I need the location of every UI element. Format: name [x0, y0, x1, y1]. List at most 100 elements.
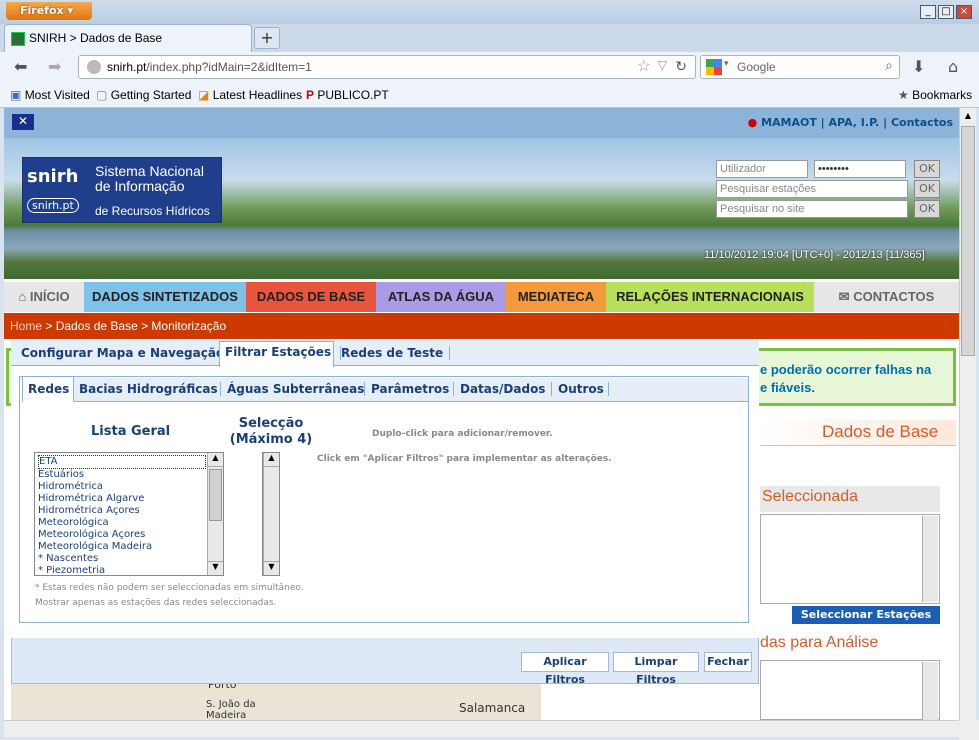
hint-apply: Click em "Aplicar Filtros" para implemen…: [317, 454, 612, 464]
password-field[interactable]: ••••••••: [814, 160, 906, 178]
back-icon[interactable]: ⬅: [14, 57, 27, 76]
search-stations-field[interactable]: Pesquisar estações: [716, 180, 908, 198]
search-stations-ok-button[interactable]: OK: [914, 180, 940, 198]
search-site-field[interactable]: Pesquisar no site: [716, 200, 908, 218]
analise-scrollbar[interactable]: [922, 662, 938, 720]
lista-geral-label: Lista Geral: [91, 424, 171, 439]
seleccionada-scrollbar[interactable]: [922, 516, 938, 602]
subtab-redes[interactable]: Redes: [28, 382, 69, 396]
browser-tab[interactable]: SNIRH > Dados de Base: [4, 24, 252, 52]
menu-mediateca[interactable]: MEDIATECA: [506, 282, 606, 312]
scroll-thumb[interactable]: [209, 469, 222, 521]
search-site-ok-button[interactable]: OK: [914, 200, 940, 218]
menu-inicio[interactable]: ⌂ INÍCIO: [4, 282, 84, 312]
bookmark-latest-headlines[interactable]: ◪ Latest Headlines: [198, 88, 302, 102]
tab-redes-de-teste[interactable]: Redes de Teste: [340, 346, 451, 360]
maximize-button[interactable]: □: [938, 5, 954, 19]
page-scroll-thumb[interactable]: [961, 126, 975, 356]
breadcrumb: Home > Dados de Base > Monitorização: [4, 313, 959, 339]
seleccao-label: Selecção (Máximo 4): [229, 416, 313, 447]
bookmark-star-icon[interactable]: ☆: [637, 56, 651, 76]
seleccionada-title: Seleccionada: [762, 488, 859, 505]
breadcrumb-home[interactable]: Home: [10, 319, 42, 333]
map-label-salamanca: Salamanca: [459, 701, 526, 715]
fechar-button[interactable]: Fechar: [704, 652, 752, 672]
note-simultaneous: * Estas redes não podem ser seleccionada…: [35, 583, 304, 593]
menu-atlas-da-agua[interactable]: ATLAS DA ÁGUA: [376, 282, 506, 312]
bookmarks-menu[interactable]: ★ Bookmarks: [898, 88, 972, 102]
snirh-logo[interactable]: snirh snirh.pt Sistema Nacional de Infor…: [22, 157, 222, 223]
subtab-outros[interactable]: Outros: [551, 382, 609, 396]
seleccionada-list[interactable]: [760, 514, 940, 604]
note-show-only: Mostrar apenas as estações das redes sel…: [35, 598, 277, 608]
downloads-icon[interactable]: ⬇: [912, 57, 925, 76]
dados-base-title: Dados de Base: [822, 422, 939, 441]
tab-filtrar-estacoes[interactable]: Filtrar Estações: [225, 345, 331, 359]
date-display: 11/10/2012 19:04 [UTC+0] - 2012/13 [11/3…: [704, 249, 925, 261]
login-ok-button[interactable]: OK: [914, 160, 940, 178]
reload-icon[interactable]: ↻: [675, 58, 687, 75]
scroll-corner: [959, 720, 979, 740]
new-tab-button[interactable]: +: [254, 27, 280, 49]
search-bar[interactable]: ▾ Google ⌕: [700, 55, 900, 79]
home-icon[interactable]: ⌂: [948, 57, 958, 76]
uk-flag-icon[interactable]: ✕: [12, 114, 34, 130]
window-titlebar: [0, 0, 979, 24]
bookmark-getting-started[interactable]: ▢ Getting Started: [96, 88, 191, 102]
limpar-filtros-button[interactable]: Limpar Filtros: [613, 652, 699, 686]
selecionar-estacoes-button[interactable]: Seleccionar Estações: [792, 606, 940, 624]
list-item[interactable]: Meteorológica: [38, 517, 206, 529]
menu-contactos[interactable]: ✉ CONTACTOS: [814, 282, 959, 312]
subtab-datas-dados[interactable]: Datas/Dados: [453, 382, 545, 396]
history-dropdown-icon[interactable]: ▽: [658, 58, 667, 72]
page-icon: ▢: [96, 88, 108, 102]
list-item[interactable]: Hidrométrica: [38, 481, 206, 493]
subtab-parametros[interactable]: Parâmetros: [364, 382, 449, 396]
scroll-down-icon[interactable]: ▼: [264, 561, 279, 575]
globe-icon: [87, 60, 101, 74]
menu-dados-de-base[interactable]: DADOS DE BASE: [246, 282, 376, 312]
url-bar[interactable]: snirh.pt/index.php?idMain=2&idItem=1 ↻ ▽…: [78, 55, 696, 79]
aplicar-filtros-button[interactable]: Aplicar Filtros: [521, 652, 609, 686]
minimize-button[interactable]: _: [920, 5, 936, 19]
list-item[interactable]: Meteorológica Madeira: [38, 541, 206, 553]
list-item[interactable]: * Nascentes: [38, 553, 206, 565]
map-label-sjoao: S. João da Madeira: [206, 699, 256, 721]
menu-dados-sintetizados[interactable]: DADOS SINTETIZADOS: [84, 282, 246, 312]
google-icon: [706, 59, 722, 75]
rss-icon: ◪: [198, 88, 210, 102]
list-item[interactable]: Estuários: [38, 469, 206, 481]
subtab-aguas-subterraneas[interactable]: Águas Subterrâneas: [220, 382, 364, 396]
lista-geral-scrollbar[interactable]: ▲ ▼: [207, 453, 223, 575]
scroll-up-icon[interactable]: ▲: [264, 453, 279, 467]
list-item[interactable]: Hidrométrica Açores: [38, 505, 206, 517]
list-item[interactable]: * Piezometria: [38, 565, 206, 577]
username-field[interactable]: Utilizador: [716, 160, 808, 178]
tab-configurar-mapa[interactable]: Configurar Mapa e Navegação: [21, 346, 224, 360]
analise-list[interactable]: [760, 660, 940, 720]
engine-dropdown-icon[interactable]: ▾: [724, 58, 729, 69]
bookmarks-icon: ★: [898, 88, 909, 102]
seleccao-scrollbar[interactable]: ▲ ▼: [263, 453, 279, 575]
scroll-down-icon[interactable]: ▼: [208, 561, 223, 575]
list-item[interactable]: Meteorológica Açores: [38, 529, 206, 541]
scroll-up-icon[interactable]: ▲: [960, 108, 976, 124]
list-item[interactable]: Hidrométrica Algarve: [38, 493, 206, 505]
tab-title: SNIRH > Dados de Base: [29, 31, 163, 45]
page-vertical-scrollbar[interactable]: ▲: [959, 108, 976, 720]
search-icon[interactable]: ⌕: [885, 57, 893, 74]
site-favicon-icon: [11, 32, 25, 46]
bookmark-most-visited[interactable]: ▣ Most Visited: [10, 88, 90, 102]
forward-icon[interactable]: ➡: [48, 57, 61, 76]
top-links[interactable]: ● MAMAOT | APA, I.P. | Contactos: [748, 116, 953, 129]
logo-line3: de Recursos Hídricos: [95, 204, 210, 218]
menu-relacoes-internacionais[interactable]: RELAÇÕES INTERNACIONAIS: [606, 282, 814, 312]
close-window-button[interactable]: ×: [956, 5, 972, 19]
subtab-bacias[interactable]: Bacias Hidrográficas: [79, 382, 218, 396]
page-horizontal-scrollbar[interactable]: [4, 720, 959, 737]
firefox-menu-button[interactable]: Firefox ▾: [6, 2, 92, 20]
analise-title: das para Análise: [760, 634, 879, 651]
bookmark-publico[interactable]: P PUBLICO.PT: [306, 88, 389, 102]
list-item[interactable]: ETA: [38, 455, 206, 469]
scroll-up-icon[interactable]: ▲: [208, 453, 223, 467]
